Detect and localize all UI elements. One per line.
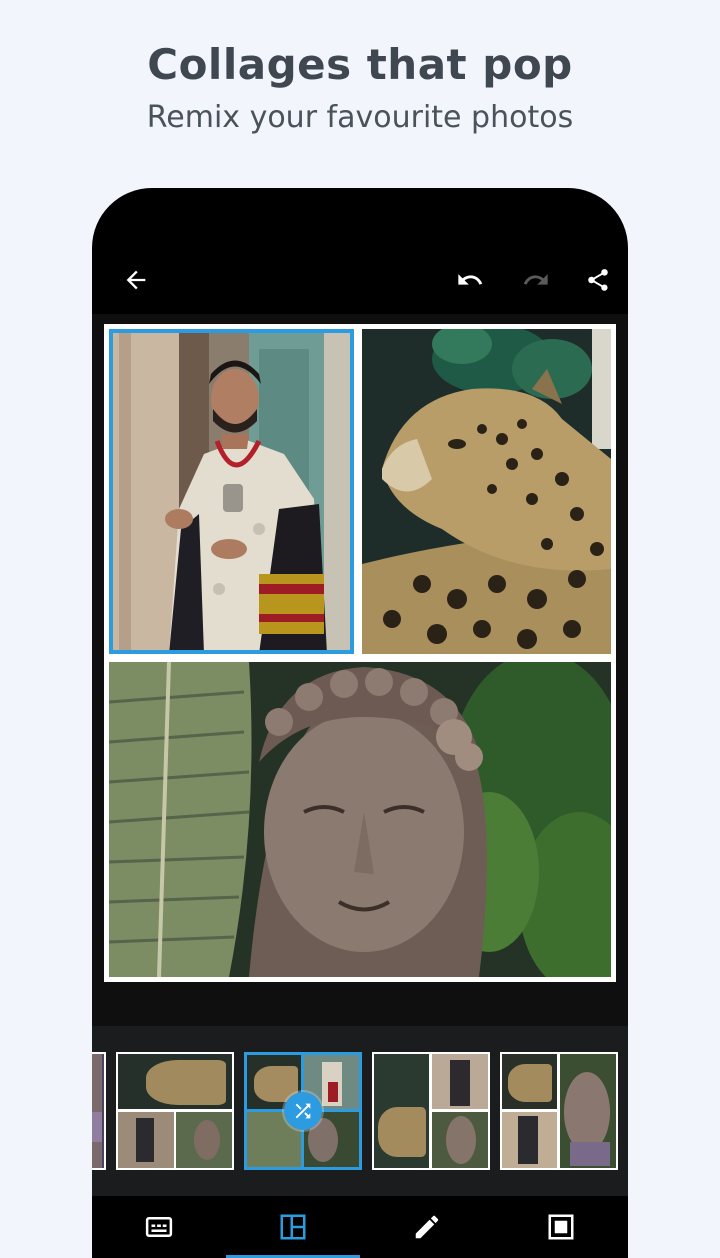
tab-border[interactable] [494,1196,628,1258]
promo-subtitle: Remix your favourite photos [146,100,574,135]
layout-thumbnail-selected[interactable] [244,1052,362,1170]
shuffle-icon [295,1103,311,1119]
undo-button[interactable] [448,258,492,302]
share-icon [588,269,608,291]
layout-picker-strip [92,1026,628,1196]
bottom-tab-bar [92,1196,628,1258]
share-button[interactable] [576,258,620,302]
promo-title: Collages that pop [147,40,573,89]
collage-cell-man-photo[interactable] [109,329,354,654]
tab-layout[interactable] [226,1196,360,1258]
app-toolbar [92,238,628,318]
tab-edit[interactable] [360,1196,494,1258]
shuffle-button[interactable] [284,1092,322,1130]
undo-icon [458,274,483,285]
pencil-icon [415,1215,439,1239]
collage-cell-leopard-photo[interactable] [362,329,611,654]
collage-cell-statue-photo[interactable] [109,662,611,977]
collage-frame [104,324,616,982]
phone-mockup [92,188,628,1258]
collage-canvas-area [92,314,628,1026]
redo-button[interactable] [514,258,558,302]
layout-thumbnail[interactable] [500,1052,618,1170]
layout-thumbnail[interactable] [116,1052,234,1170]
layout-icon [280,1214,306,1240]
border-frame-icon [548,1214,574,1240]
text-box-icon [145,1217,173,1237]
layout-thumbnail[interactable] [92,1052,106,1170]
back-button[interactable] [114,258,158,302]
back-arrow-icon [126,270,146,290]
redo-icon [523,274,548,285]
layout-thumbnail[interactable] [372,1052,490,1170]
tab-text[interactable] [92,1196,226,1258]
